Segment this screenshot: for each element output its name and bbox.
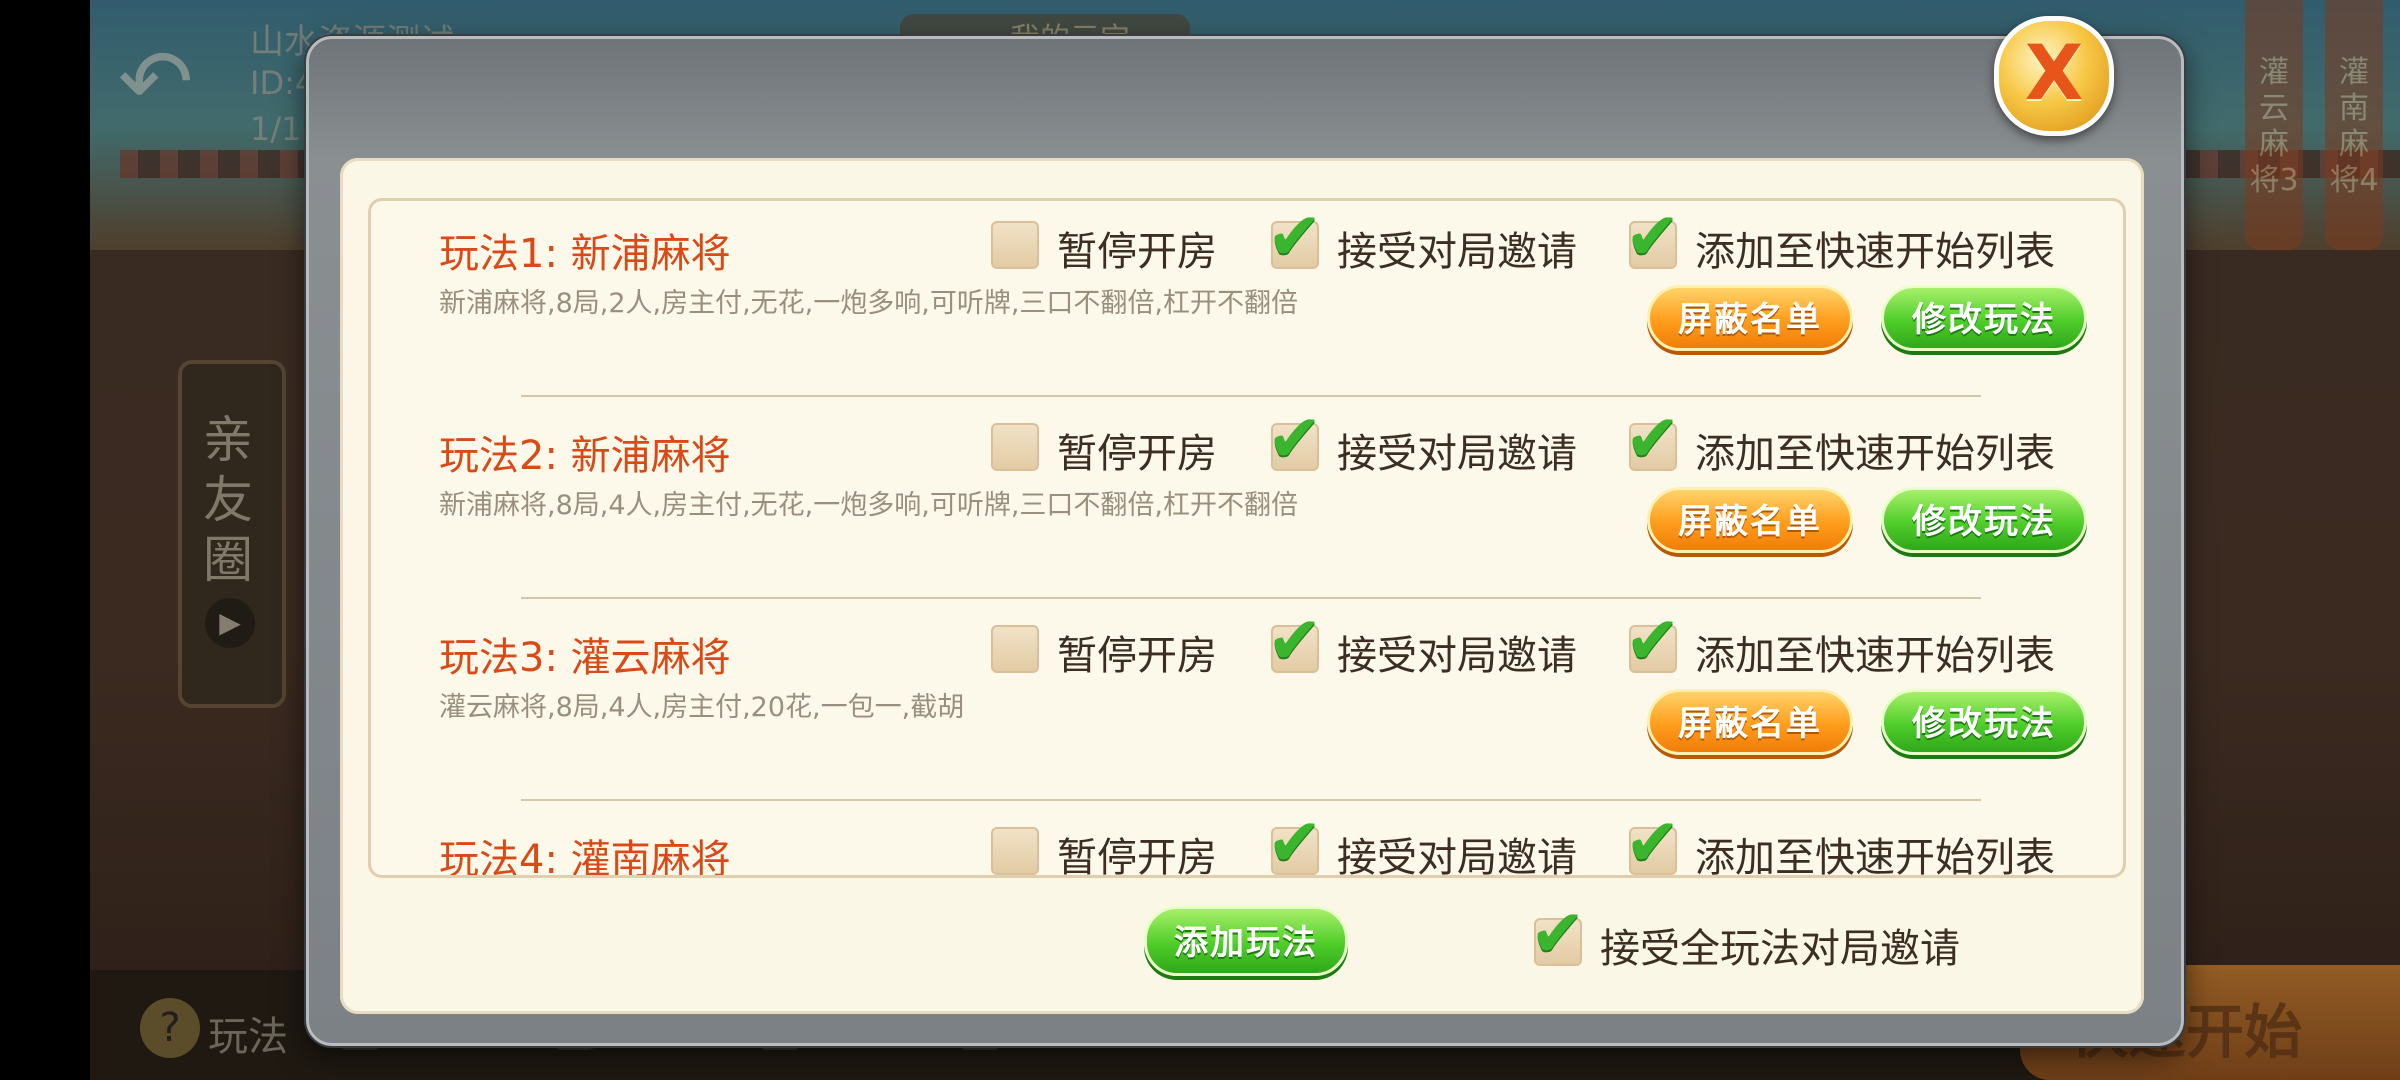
pause-checkbox[interactable] [991, 827, 1039, 875]
help-icon[interactable]: ? [140, 998, 200, 1058]
pause-checkbox[interactable] [991, 423, 1039, 471]
pause-label: 暂停开房 [1057, 633, 1217, 679]
accept-invite-label: 接受对局邀请 [1337, 431, 1577, 477]
side-panel-label: 亲友圈 [203, 411, 253, 589]
check-icon: ✔ [1625, 198, 1681, 275]
check-icon: ✔ [1625, 400, 1681, 477]
quick-start-checkbox[interactable]: ✔ [1625, 204, 1680, 270]
add-mode-button[interactable]: 添加玩法 [1144, 906, 1348, 976]
pause-label: 暂停开房 [1057, 835, 1217, 878]
quick-start-list-label: 添加至快速开始列表 [1695, 431, 2055, 477]
quick-start-checkbox[interactable]: ✔ [1625, 810, 1680, 875]
check-icon: ✔ [1267, 400, 1323, 477]
edit-mode-button[interactable]: 修改玩法 [1881, 487, 2087, 553]
divider [521, 395, 1981, 397]
mode-description: 新浦麻将,8局,2人,房主付,无花,一炮多响,可听牌,三口不翻倍,杠开不翻倍 [439, 288, 1299, 319]
back-arrow-icon[interactable]: ↶ [118, 38, 228, 128]
help-label[interactable]: 玩法 [208, 1004, 288, 1062]
check-icon: ✔ [1267, 198, 1323, 275]
pause-checkbox[interactable] [991, 221, 1039, 269]
pause-label: 暂停开房 [1057, 229, 1217, 275]
accept-invite-label: 接受对局邀请 [1337, 835, 1577, 878]
quick-start-checkbox[interactable]: ✔ [1625, 406, 1680, 472]
check-icon: ✔ [1267, 804, 1323, 878]
quick-start-list-label: 添加至快速开始列表 [1695, 835, 2055, 878]
check-icon: ✔ [1267, 602, 1323, 679]
accept-invite-checkbox[interactable]: ✔ [1267, 406, 1322, 472]
mode-title: 玩法3: 灌云麻将 [439, 635, 731, 681]
pause-checkbox[interactable] [991, 625, 1039, 673]
quick-start-list-label: 添加至快速开始列表 [1695, 633, 2055, 679]
hanging-tab-4[interactable]: 灌南麻将4 [2325, 0, 2383, 250]
block-list-button[interactable]: 屏蔽名单 [1647, 487, 1853, 553]
play-icon[interactable]: ▶ [205, 598, 255, 648]
block-list-button[interactable]: 屏蔽名单 [1647, 689, 1853, 755]
accept-all-checkbox[interactable]: ✔ [1530, 901, 1585, 967]
mode-title: 玩法2: 新浦麻将 [439, 433, 731, 479]
quick-start-list-label: 添加至快速开始列表 [1695, 229, 2055, 275]
edit-mode-button[interactable]: 修改玩法 [1881, 285, 2087, 351]
mode-title: 玩法1: 新浦麻将 [439, 231, 731, 277]
pause-label: 暂停开房 [1057, 431, 1217, 477]
accept-invite-label: 接受对局邀请 [1337, 633, 1577, 679]
room-page: 1/1 [250, 110, 302, 148]
check-icon: ✔ [1625, 804, 1681, 878]
divider [521, 799, 1981, 801]
accept-invite-checkbox[interactable]: ✔ [1267, 204, 1322, 270]
accept-invite-checkbox[interactable]: ✔ [1267, 608, 1322, 674]
quick-start-checkbox[interactable]: ✔ [1625, 608, 1680, 674]
block-list-button[interactable]: 屏蔽名单 [1647, 285, 1853, 351]
check-icon: ✔ [1625, 602, 1681, 679]
close-icon: X [2024, 28, 2084, 117]
close-button[interactable]: X [1994, 16, 2114, 136]
mode-description: 新浦麻将,8局,4人,房主付,无花,一炮多响,可听牌,三口不翻倍,杠开不翻倍 [439, 490, 1299, 521]
accept-invite-checkbox[interactable]: ✔ [1267, 810, 1322, 875]
accept-all-label: 接受全玩法对局邀请 [1600, 926, 1960, 972]
edit-mode-button[interactable]: 修改玩法 [1881, 689, 2087, 755]
mode-title: 玩法4: 灌南麻将 [439, 837, 731, 878]
check-icon: ✔ [1530, 895, 1586, 972]
accept-invite-label: 接受对局邀请 [1337, 229, 1577, 275]
divider [521, 597, 1981, 599]
hanging-tab-3[interactable]: 灌云麻将3 [2245, 0, 2303, 250]
mode-description: 灌云麻将,8局,4人,房主付,20花,一包一,截胡 [439, 692, 965, 723]
mode-list[interactable]: 玩法1: 新浦麻将 新浦麻将,8局,2人,房主付,无花,一炮多响,可听牌,三口不… [368, 198, 2126, 878]
